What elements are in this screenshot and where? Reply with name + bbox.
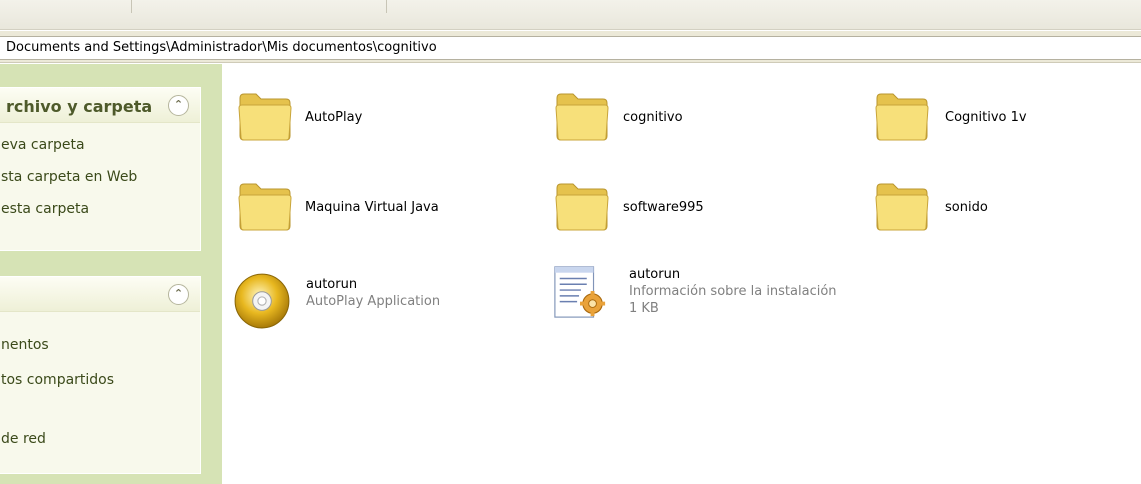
collapse-up-icon[interactable]: ⌃ [168, 95, 189, 116]
folder-item[interactable]: AutoPlay [236, 88, 486, 148]
panel-header[interactable]: ⌃ [0, 277, 200, 312]
place-link-network[interactable]: de red [0, 423, 200, 456]
folder-item[interactable]: sonido [873, 178, 1123, 238]
item-name: cognitivo [623, 110, 683, 125]
folder-icon [238, 183, 292, 231]
item-name: autorun [306, 277, 358, 292]
item-name: software995 [623, 200, 704, 215]
item-size: 1 KB [629, 301, 659, 316]
folder-item[interactable]: Cognitivo 1v [873, 88, 1123, 148]
folder-icon [555, 93, 609, 141]
collapse-up-icon[interactable]: ⌃ [168, 284, 189, 305]
panel-title: rchivo y carpeta [6, 97, 153, 116]
panel-header[interactable]: rchivo y carpeta ⌃ [0, 88, 200, 123]
toolbar [0, 0, 1141, 30]
toolbar-separator [386, 0, 387, 13]
item-name: Cognitivo 1v [945, 110, 1027, 125]
item-name: autorun [629, 267, 681, 282]
address-bar: Documents and Settings\Administrador\Mis… [0, 31, 1141, 63]
item-name: sonido [945, 200, 988, 215]
task-pane: rchivo y carpeta ⌃ eva carpeta sta carpe… [0, 64, 222, 484]
place-link-documents[interactable]: nentos [0, 329, 200, 362]
item-name: AutoPlay [305, 110, 363, 125]
task-link-share-folder[interactable]: esta carpeta [0, 193, 200, 226]
address-path-input[interactable]: Documents and Settings\Administrador\Mis… [0, 36, 1141, 60]
cd-icon [234, 273, 290, 329]
task-link-new-folder[interactable]: eva carpeta [0, 129, 200, 162]
folder-icon [238, 93, 292, 141]
other-places-panel: ⌃ nentos tos compartidos de red [0, 276, 201, 474]
folder-icon [555, 183, 609, 231]
item-type: Información sobre la instalación [629, 284, 837, 299]
folder-item[interactable]: cognitivo [553, 88, 803, 148]
item-type: AutoPlay Application [306, 294, 441, 309]
setup-information-icon [554, 266, 606, 318]
folder-icon [875, 183, 929, 231]
file-list-view: AutoPlay cognitivo Cognitivo 1v Maquina … [222, 64, 1141, 484]
setup-info-item[interactable]: autorun Información sobre la instalación… [552, 260, 872, 336]
folder-item[interactable]: software995 [553, 178, 803, 238]
folder-icon [875, 93, 929, 141]
application-item[interactable]: autorun AutoPlay Application [232, 270, 522, 340]
task-link-publish-web[interactable]: sta carpeta en Web [0, 161, 200, 194]
place-link-shared-documents[interactable]: tos compartidos [0, 364, 200, 397]
file-folder-tasks-panel: rchivo y carpeta ⌃ eva carpeta sta carpe… [0, 87, 201, 251]
item-name: Maquina Virtual Java [305, 200, 439, 215]
folder-item[interactable]: Maquina Virtual Java [236, 178, 486, 238]
toolbar-separator [131, 0, 132, 13]
